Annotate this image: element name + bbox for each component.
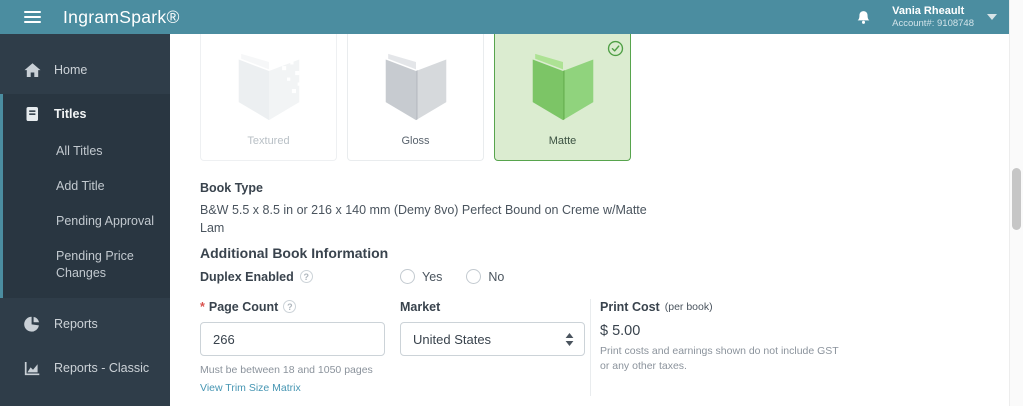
chevron-down-icon	[987, 13, 997, 20]
sidebar-item-pending-price-changes[interactable]: Pending Price Changes	[3, 239, 170, 291]
radio-label: Yes	[422, 269, 443, 284]
page-count-column: * Page Count ? Must be between 18 and 10…	[200, 299, 400, 396]
area-chart-icon	[24, 360, 41, 376]
radio-label: No	[488, 269, 505, 284]
scrollbar-thumb[interactable]	[1012, 168, 1021, 230]
home-icon	[24, 62, 41, 78]
sidebar-item-orders[interactable]: Orders	[0, 390, 170, 406]
sidebar-item-pending-approval[interactable]: Pending Approval	[3, 204, 170, 239]
sidebar-item-add-title[interactable]: Add Title	[3, 169, 170, 204]
sidebar-item-label: Reports - Classic	[54, 361, 150, 376]
book-icon	[238, 53, 301, 121]
sidebar-item-home[interactable]: Home	[0, 48, 170, 92]
page-count-helper: Must be between 18 and 1050 pages	[200, 364, 373, 376]
finish-option-matte-selected[interactable]: Matte	[494, 34, 631, 161]
finish-option-textured[interactable]: Textured	[200, 34, 337, 161]
pie-chart-icon	[24, 316, 41, 332]
sidebar-item-all-titles[interactable]: All Titles	[3, 134, 170, 169]
market-selected-value: United States	[413, 331, 492, 347]
page-count-input[interactable]	[200, 322, 385, 356]
help-icon[interactable]: ?	[283, 300, 297, 313]
sidebar-item-label: Titles	[54, 107, 87, 121]
duplex-radio-group: Yes No	[400, 269, 504, 284]
print-cost-helper: Print costs and earnings shown do not in…	[600, 345, 839, 373]
print-cost-label: Print Cost (per book)	[600, 299, 850, 314]
sidebar-item-label: Home	[54, 63, 88, 77]
select-arrows-icon	[565, 332, 574, 346]
duplex-enabled-text: Duplex Enabled	[200, 269, 294, 284]
print-cost-sublabel: (per book)	[664, 300, 713, 313]
duplex-enabled-row: Duplex Enabled ? Yes No	[200, 269, 1009, 284]
sidebar-nav: Home Titles All Titles Add Title Pending…	[0, 34, 170, 406]
book-type-description-line2: Lam	[200, 220, 225, 235]
finish-option-label: Matte	[548, 135, 577, 147]
sidebar-item-label: Reports	[54, 317, 98, 332]
book-type-description-line1: B&W 5.5 x 8.5 in or 216 x 140 mm (Demy 8…	[200, 203, 647, 217]
cover-finish-options: Textured Gloss Matte	[200, 34, 1009, 161]
vertical-scrollbar[interactable]	[1009, 0, 1023, 406]
finish-option-gloss[interactable]: Gloss	[347, 34, 484, 161]
radio-circle-icon[interactable]	[466, 269, 482, 284]
finish-option-label: Gloss	[401, 135, 430, 147]
book-type-label: Book Type	[200, 181, 263, 195]
notifications-bell-icon[interactable]	[855, 9, 872, 26]
main-content: Textured Gloss Matte Book Type B&W 5.5 x…	[170, 34, 1009, 406]
duplex-enabled-label: Duplex Enabled ?	[200, 270, 400, 284]
menu-icon[interactable]	[24, 11, 41, 23]
page-count-text: Page Count	[208, 299, 279, 314]
book-type-description: B&W 5.5 x 8.5 in or 216 x 140 mm (Demy 8…	[200, 202, 1009, 237]
sidebar-item-reports[interactable]: Reports	[0, 302, 170, 346]
market-label: Market	[400, 299, 590, 314]
user-name: Vania Rheault	[892, 4, 965, 17]
radio-circle-icon[interactable]	[400, 269, 415, 284]
finish-option-label: Textured	[247, 135, 290, 147]
print-cost-text: Print Cost	[600, 299, 660, 314]
ingramspark-app: IngramSpark® Vania Rheault Account#: 910…	[0, 0, 1023, 406]
topbar-right: Vania Rheault Account#: 9108748	[855, 0, 1001, 34]
view-trim-size-matrix-link[interactable]: View Trim Size Matrix	[200, 382, 301, 394]
sidebar-section-titles: Titles All Titles Add Title Pending Appr…	[0, 94, 170, 299]
book-icon	[385, 53, 446, 121]
user-menu[interactable]: Vania Rheault Account#: 9108748	[892, 4, 1001, 31]
print-cost-column: Print Cost (per book) $ 5.00 Print costs…	[590, 299, 850, 397]
book-fields-row: * Page Count ? Must be between 18 and 10…	[200, 299, 1009, 397]
brand-logo[interactable]: IngramSpark®	[63, 7, 180, 28]
market-text: Market	[400, 299, 441, 314]
book-icon	[532, 53, 593, 121]
market-column: Market United States	[400, 299, 590, 396]
sidebar-item-titles[interactable]: Titles	[3, 94, 170, 134]
book-icon	[24, 106, 41, 122]
page-count-label: * Page Count ?	[200, 299, 400, 314]
duplex-radio-no[interactable]: No	[466, 269, 504, 284]
user-info: Vania Rheault Account#: 9108748	[892, 4, 974, 31]
selected-check-icon	[607, 40, 624, 57]
market-select[interactable]: United States	[400, 322, 585, 356]
topbar: IngramSpark® Vania Rheault Account#: 910…	[0, 0, 1009, 34]
user-account-number: Account#: 9108748	[892, 17, 974, 29]
print-cost-value: $ 5.00	[600, 323, 641, 339]
duplex-radio-yes[interactable]: Yes	[400, 269, 442, 284]
sidebar-item-reports-classic[interactable]: Reports - Classic	[0, 346, 170, 390]
required-marker: *	[200, 299, 205, 314]
section-title-additional-book-information: Additional Book Information	[200, 245, 389, 261]
help-icon[interactable]: ?	[299, 270, 313, 283]
